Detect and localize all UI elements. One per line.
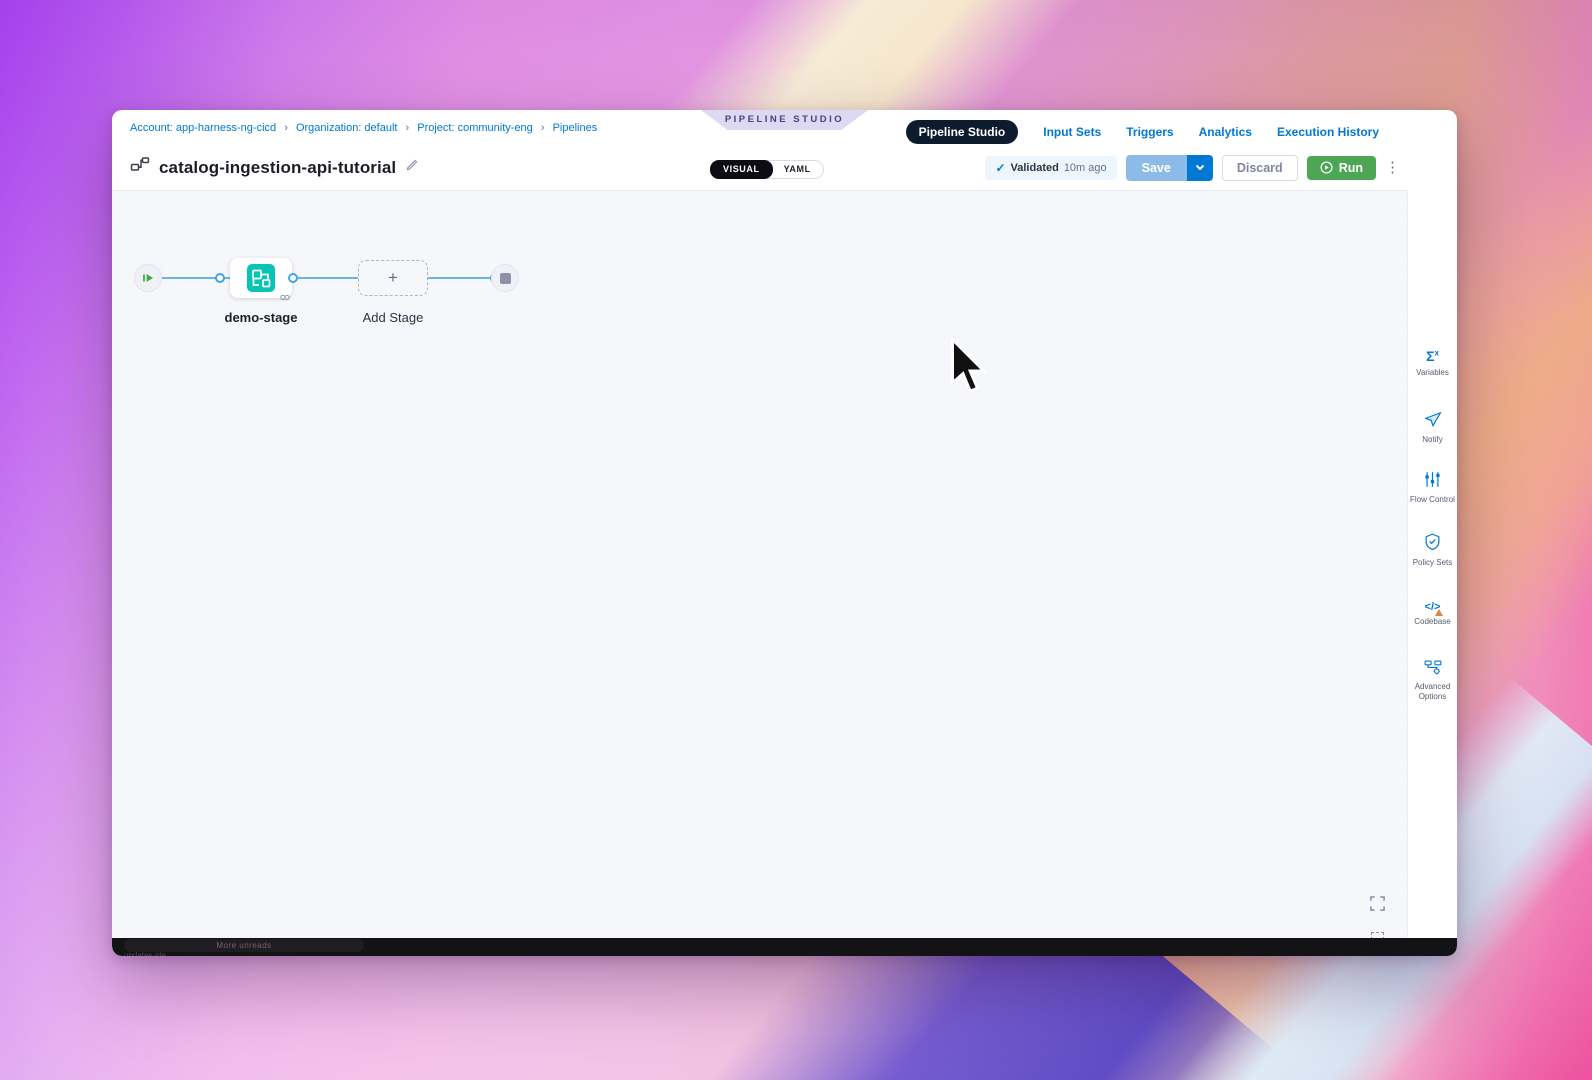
background-app-strip: More unreads updates-ide xyxy=(112,938,1457,956)
breadcrumb-separator: › xyxy=(541,122,545,134)
partial-channel-text: updates-ide xyxy=(124,951,166,956)
breadcrumb-organization[interactable]: Organization: default xyxy=(296,122,398,134)
breadcrumb-project[interactable]: Project: community-eng xyxy=(417,122,533,134)
warning-triangle-icon xyxy=(1435,609,1443,616)
run-play-icon xyxy=(1320,161,1333,174)
pipeline-gear-icon xyxy=(1424,659,1442,675)
sidebar-item-flow-control[interactable]: Flow Control xyxy=(1408,471,1457,505)
connector-dot[interactable] xyxy=(288,273,298,283)
toggle-yaml[interactable]: YAML xyxy=(772,161,823,178)
add-stage-button[interactable]: + xyxy=(358,260,428,296)
header-actions: ✓ Validated 10m ago Save Discard Run ⋮ xyxy=(985,154,1397,181)
fit-to-screen-button[interactable] xyxy=(1365,891,1389,915)
sliders-icon xyxy=(1424,471,1441,488)
custom-stage-icon xyxy=(246,263,276,293)
sigma-x-icon: Σx xyxy=(1426,348,1439,364)
pipeline-title-group: catalog-ingestion-api-tutorial xyxy=(130,156,419,179)
start-play-icon xyxy=(142,272,155,284)
stage-link-icon xyxy=(280,288,290,306)
tab-execution-history[interactable]: Execution History xyxy=(1277,125,1379,139)
sidebar-item-policy-sets[interactable]: Policy Sets xyxy=(1408,533,1457,568)
toggle-visual[interactable]: VISUAL xyxy=(710,160,773,179)
chevron-down-icon xyxy=(1195,164,1205,171)
tab-pipeline-studio[interactable]: Pipeline Studio xyxy=(906,120,1019,144)
discard-button[interactable]: Discard xyxy=(1222,155,1298,181)
page-title: catalog-ingestion-api-tutorial xyxy=(159,158,396,178)
code-icon: </> xyxy=(1425,602,1441,613)
pipeline-canvas[interactable]: + demo-stage Add Stage + − xyxy=(112,190,1407,938)
validated-label: Validated xyxy=(1011,162,1059,174)
sidebar-item-codebase[interactable]: </> Codebase xyxy=(1408,597,1457,627)
more-options-menu[interactable]: ⋮ xyxy=(1385,160,1397,175)
breadcrumb-separator: › xyxy=(284,122,288,134)
sidebar-item-label: Policy Sets xyxy=(1408,558,1457,568)
validated-time: 10m ago xyxy=(1064,162,1107,174)
edit-pencil-icon[interactable] xyxy=(405,158,419,177)
pipeline-studio-window: Account: app-harness-ng-cicd › Organizat… xyxy=(112,110,1457,956)
sidebar-item-label: Notify xyxy=(1408,435,1457,445)
visual-yaml-toggle: VISUAL YAML xyxy=(710,160,824,179)
pipeline-end-node[interactable] xyxy=(491,264,519,292)
pipeline-connector-line xyxy=(162,277,492,279)
run-label: Run xyxy=(1339,161,1363,175)
save-split-button: Save xyxy=(1126,155,1213,181)
stop-square-icon xyxy=(500,273,511,284)
save-dropdown-button[interactable] xyxy=(1187,155,1213,181)
save-button[interactable]: Save xyxy=(1126,155,1187,181)
tab-analytics[interactable]: Analytics xyxy=(1199,125,1252,139)
tab-input-sets[interactable]: Input Sets xyxy=(1043,125,1101,139)
plus-icon: + xyxy=(388,268,398,288)
breadcrumb-account[interactable]: Account: app-harness-ng-cicd xyxy=(130,122,276,134)
right-sidebar: Σx Variables Notify Flow Control xyxy=(1407,190,1457,938)
pipeline-studio-badge: PIPELINE STUDIO xyxy=(701,110,868,130)
pipeline-start-node[interactable] xyxy=(134,264,162,292)
sidebar-item-notify[interactable]: Notify xyxy=(1408,411,1457,445)
stage-label: demo-stage xyxy=(201,310,321,325)
paper-plane-icon xyxy=(1424,411,1442,428)
add-stage-label: Add Stage xyxy=(333,310,453,325)
expand-icon xyxy=(1370,896,1385,911)
breadcrumb: Account: app-harness-ng-cicd › Organizat… xyxy=(130,122,597,134)
top-nav: Pipeline Studio Input Sets Triggers Anal… xyxy=(906,120,1379,144)
sidebar-item-variables[interactable]: Σx Variables xyxy=(1408,348,1457,378)
run-button[interactable]: Run xyxy=(1307,156,1376,180)
pipeline-graph-icon xyxy=(130,156,150,179)
tab-triggers[interactable]: Triggers xyxy=(1126,125,1173,139)
breadcrumb-separator: › xyxy=(406,122,410,134)
sidebar-item-label: Codebase xyxy=(1408,617,1457,627)
sidebar-item-label: Advanced Options xyxy=(1408,682,1457,702)
validated-status-badge: ✓ Validated 10m ago xyxy=(985,156,1116,180)
sidebar-item-label: Flow Control xyxy=(1408,495,1457,505)
shield-check-icon xyxy=(1424,533,1441,551)
sidebar-item-advanced-options[interactable]: Advanced Options xyxy=(1408,659,1457,702)
connector-dot[interactable] xyxy=(215,273,225,283)
sidebar-item-label: Variables xyxy=(1408,368,1457,378)
breadcrumb-pipelines[interactable]: Pipelines xyxy=(553,122,598,134)
check-icon: ✓ xyxy=(995,161,1005,175)
